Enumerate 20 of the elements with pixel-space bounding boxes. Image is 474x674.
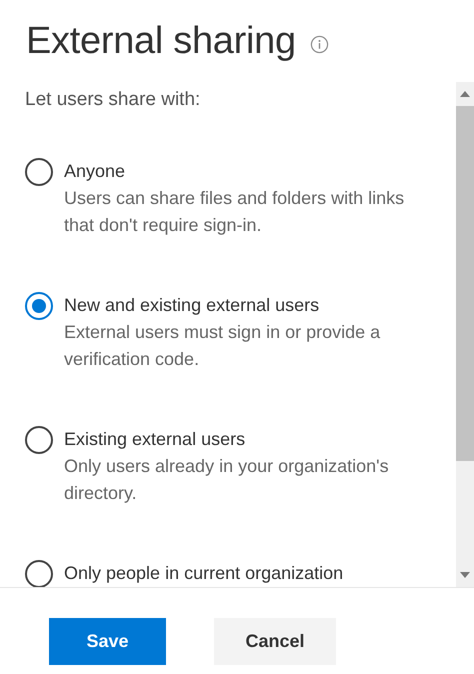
scrollbar[interactable]	[456, 82, 474, 587]
cancel-button[interactable]: Cancel	[214, 618, 336, 665]
option-description: Users can share files and folders with links that don't require sign-in.	[64, 187, 406, 237]
option-label: Anyone	[64, 160, 126, 183]
prompt-label: Let users share with:	[25, 88, 202, 112]
scroll-up-icon[interactable]	[460, 91, 470, 97]
radio-button[interactable]	[25, 158, 53, 186]
info-icon[interactable]	[310, 34, 329, 54]
option-label: New and existing external users	[64, 294, 320, 317]
save-button[interactable]: Save	[49, 618, 166, 665]
option-label: Only people in current organization	[64, 562, 344, 585]
radio-button[interactable]	[25, 560, 53, 587]
scroll-down-icon[interactable]	[460, 572, 470, 578]
radio-button[interactable]	[25, 426, 53, 454]
option-label: Existing external users	[64, 428, 246, 451]
radio-button[interactable]	[25, 292, 53, 320]
panel-title: External sharing	[26, 19, 296, 64]
option-description: External users must sign in or provide a verification code.	[64, 321, 382, 371]
option-description: Only users already in your organization's directory.	[64, 455, 390, 505]
scrollbar-thumb[interactable]	[456, 106, 474, 461]
